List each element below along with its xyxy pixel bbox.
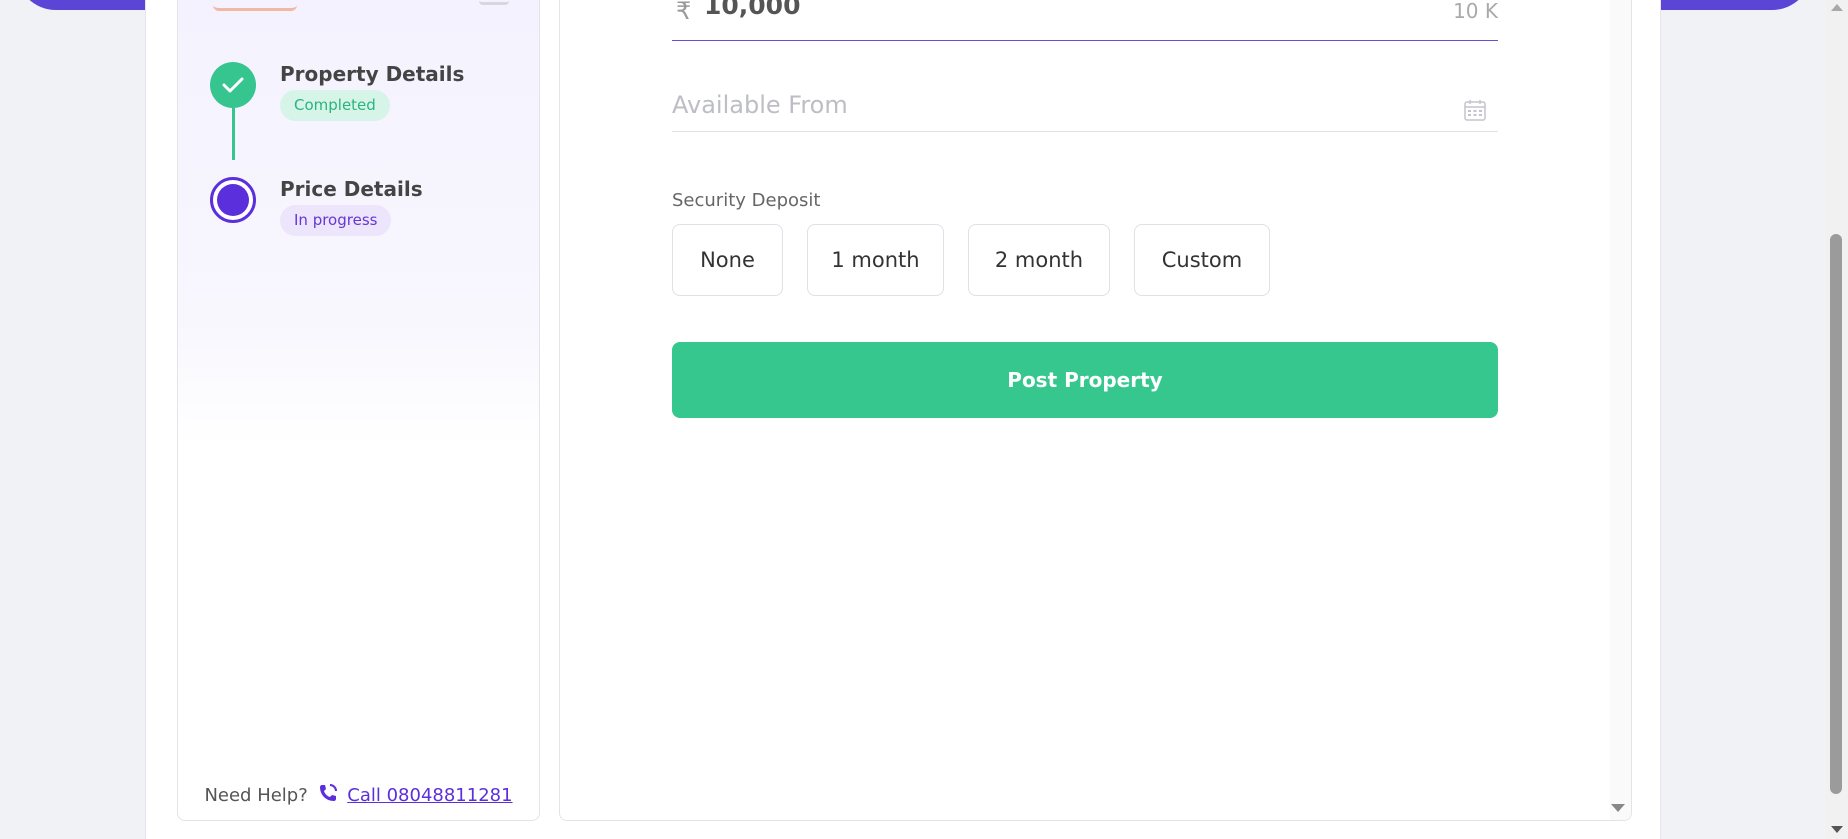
deposit-option-2-month[interactable]: 2 month (968, 224, 1110, 296)
status-badge-in-progress: In progress (280, 205, 392, 236)
step-title: Price Details (280, 177, 423, 201)
step-title: Property Details (280, 62, 465, 86)
scrollbar-thumb[interactable] (1830, 234, 1842, 794)
step-connector-line (232, 108, 235, 160)
deposit-option-custom[interactable]: Custom (1134, 224, 1270, 296)
checkmark-icon (222, 77, 244, 93)
call-phone-link[interactable]: Call 08048811281 (347, 785, 512, 806)
page-container: Property Details Completed Price Details… (145, 0, 1661, 839)
deposit-option-none[interactable]: None (672, 224, 783, 296)
step-in-progress-icon (210, 177, 256, 223)
scroll-down-icon[interactable] (1831, 826, 1843, 833)
scroll-up-icon[interactable] (1831, 4, 1843, 11)
post-property-button[interactable]: Post Property (672, 342, 1498, 418)
form-scroll-down-icon[interactable] (1611, 804, 1625, 812)
price-details-form: ₹ 10,000 10 K Available From Security De… (559, 0, 1632, 821)
progress-sidebar: Property Details Completed Price Details… (177, 0, 540, 821)
rent-amount-in-words: 10 K (1453, 0, 1498, 23)
available-from-placeholder: Available From (672, 91, 848, 119)
calendar-icon[interactable] (1464, 99, 1486, 125)
form-scrollbar[interactable] (1610, 0, 1631, 820)
available-from-field[interactable]: Available From (672, 87, 1498, 132)
status-badge-completed: Completed (280, 90, 390, 121)
security-deposit-label: Security Deposit (672, 190, 821, 211)
previous-step-badge-edge (213, 0, 297, 11)
need-help: Need Help? Call 08048811281 (178, 783, 539, 808)
page-scrollbar[interactable] (1826, 0, 1848, 839)
rent-amount-value[interactable]: 10,000 (704, 0, 800, 20)
previous-step-edit-edge (479, 0, 509, 5)
rupee-icon: ₹ (676, 0, 692, 25)
rent-amount-field[interactable]: ₹ 10,000 10 K (672, 0, 1498, 41)
need-help-label: Need Help? (204, 785, 308, 806)
step-completed-icon (210, 62, 256, 108)
deposit-option-1-month[interactable]: 1 month (807, 224, 944, 296)
phone-icon (318, 783, 338, 808)
